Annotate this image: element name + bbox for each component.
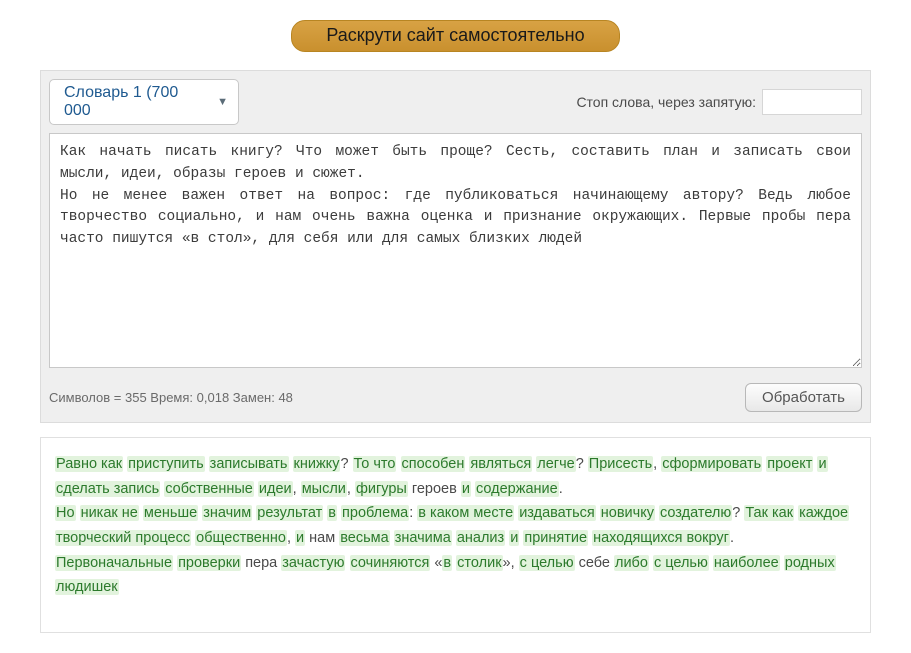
dictionary-selected-label: Словарь 1 (700 000 xyxy=(64,84,207,120)
replaced-token: в xyxy=(442,555,452,571)
process-button[interactable]: Обработать xyxy=(745,383,862,412)
replaced-token: приступить xyxy=(127,456,204,472)
replaced-token: с целью xyxy=(653,555,709,571)
plain-token: героев xyxy=(408,481,461,497)
dictionary-select[interactable]: Словарь 1 (700 000 ▼ xyxy=(49,79,239,125)
replaced-token: и xyxy=(461,481,471,497)
chevron-down-icon: ▼ xyxy=(217,96,228,108)
replaced-token: Равно как xyxy=(55,456,123,472)
replaced-token: проблема xyxy=(341,505,409,521)
plain-token xyxy=(345,555,349,571)
replaced-token: результат xyxy=(256,505,323,521)
stop-words-input[interactable] xyxy=(762,89,862,115)
plain-token: . xyxy=(559,481,563,497)
replaced-token: То что xyxy=(353,456,397,472)
replaced-token: значима xyxy=(394,530,452,546)
replaced-token: находящихся вокруг xyxy=(592,530,730,546)
plain-token: », xyxy=(503,555,519,571)
plain-token: ? xyxy=(340,456,352,472)
replaced-token: создателю xyxy=(659,505,732,521)
replaced-token: и xyxy=(817,456,827,472)
replaced-token: записывать xyxy=(209,456,289,472)
plain-token: , xyxy=(287,530,295,546)
replaced-token: собственные xyxy=(164,481,254,497)
plain-token xyxy=(76,505,80,521)
replaced-token: содержание xyxy=(475,481,559,497)
replaced-token: сделать запись xyxy=(55,481,160,497)
replaced-token: людишек xyxy=(55,579,119,595)
plain-token: ? xyxy=(732,505,744,521)
action-row: Символов = 355 Время: 0,018 Замен: 48 Об… xyxy=(49,383,862,412)
plain-token: себе xyxy=(575,555,614,571)
replaced-token: общественно xyxy=(195,530,287,546)
replaced-token: с целью xyxy=(519,555,575,571)
promo-banner[interactable]: Раскрути сайт самостоятельно xyxy=(291,20,619,52)
replaced-token: родных xyxy=(784,555,836,571)
plain-token xyxy=(289,456,293,472)
replaced-token: проект xyxy=(766,456,813,472)
plain-token: . xyxy=(730,530,734,546)
rewriter-panel: Словарь 1 (700 000 ▼ Стоп слова, через з… xyxy=(40,70,871,423)
plain-token: , xyxy=(293,481,301,497)
replaced-token: новичку xyxy=(600,505,655,521)
replaced-token: либо xyxy=(614,555,649,571)
replaced-token: Так как xyxy=(744,505,794,521)
replaced-token: и xyxy=(295,530,305,546)
plain-token: , xyxy=(653,456,661,472)
replaced-token: значим xyxy=(202,505,252,521)
replaced-token: анализ xyxy=(456,530,505,546)
replaced-token: весьма xyxy=(339,530,389,546)
replaced-token: способен xyxy=(401,456,466,472)
replaced-token: книжку xyxy=(293,456,341,472)
replaced-token: Первоначальные xyxy=(55,555,173,571)
plain-token: , xyxy=(347,481,355,497)
replaced-token: наиболее xyxy=(713,555,780,571)
replaced-token: идеи xyxy=(258,481,293,497)
replaced-token: сформировать xyxy=(661,456,762,472)
replaced-token: меньше xyxy=(143,505,198,521)
replaced-token: являться xyxy=(469,456,532,472)
controls-row: Словарь 1 (700 000 ▼ Стоп слова, через з… xyxy=(49,79,862,125)
promo-banner-text: Раскрути сайт самостоятельно xyxy=(326,25,584,45)
replaced-token: сочиняются xyxy=(350,555,431,571)
stop-words-label: Стоп слова, через запятую: xyxy=(576,94,756,110)
stats-text: Символов = 355 Время: 0,018 Замен: 48 xyxy=(49,390,293,405)
plain-token: « xyxy=(430,555,442,571)
replaced-token: проверки xyxy=(177,555,241,571)
replaced-token: никак не xyxy=(80,505,139,521)
replaced-token: в xyxy=(327,505,337,521)
replaced-token: столик xyxy=(456,555,502,571)
source-textarea[interactable] xyxy=(49,133,862,368)
replaced-token: Но xyxy=(55,505,76,521)
replaced-token: в каком месте xyxy=(417,505,514,521)
replaced-token: легче xyxy=(536,456,575,472)
replaced-token: зачастую xyxy=(281,555,345,571)
plain-token: ? xyxy=(576,456,588,472)
replaced-token: творческий процесс xyxy=(55,530,191,546)
plain-token: пера xyxy=(241,555,281,571)
replaced-token: Присесть xyxy=(588,456,653,472)
output-panel: Равно как приступить записывать книжку? … xyxy=(40,437,871,633)
replaced-token: каждое xyxy=(798,505,849,521)
replaced-token: издаваться xyxy=(518,505,596,521)
replaced-token: фигуры xyxy=(355,481,408,497)
plain-token xyxy=(396,456,400,472)
replaced-token: мысли xyxy=(301,481,347,497)
plain-token: нам xyxy=(305,530,339,546)
replaced-token: принятие xyxy=(523,530,588,546)
replaced-token: и xyxy=(509,530,519,546)
